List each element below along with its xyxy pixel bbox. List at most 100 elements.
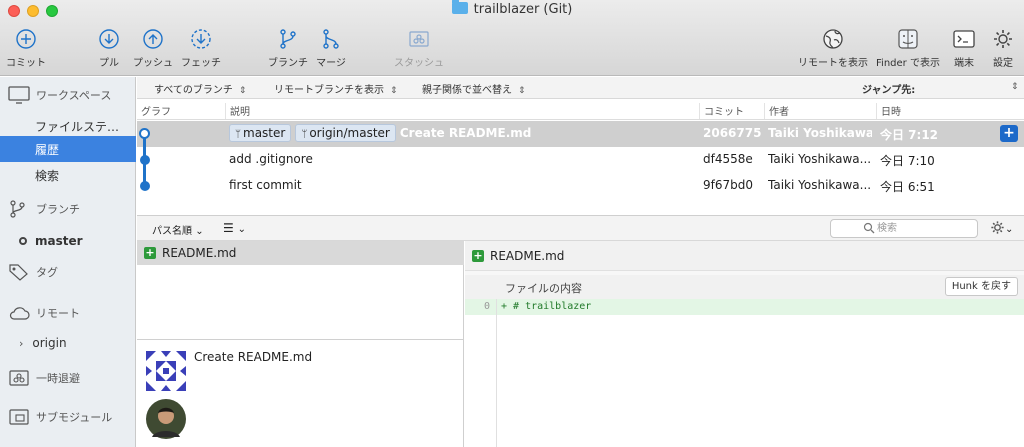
sidebar-item-history[interactable]: 履歴	[0, 136, 136, 162]
commit-row[interactable]: first commit 9f67bd0 Taiki Yoshikawa... …	[137, 173, 1024, 199]
file-added-icon: +	[144, 246, 156, 259]
graph-node-head	[139, 128, 150, 139]
graph-node	[140, 181, 150, 191]
fetch-circle-icon	[191, 29, 211, 49]
remote-branch-tag[interactable]: ᛘ origin/master	[295, 124, 396, 142]
search-icon	[863, 222, 875, 234]
branch-icon	[10, 200, 25, 218]
commit-hash: 2066775	[703, 126, 762, 140]
commit-message: first commit	[229, 178, 302, 192]
gear-icon	[994, 30, 1012, 48]
window-title: trailblazer (Git)	[0, 0, 1024, 17]
sort-select[interactable]: パス名順 ⌄	[152, 222, 204, 237]
show-remote-button[interactable]: リモートを表示	[796, 28, 870, 69]
file-search-input[interactable]: 検索	[830, 219, 978, 238]
chevron-right-icon: ›	[19, 336, 24, 350]
branch-tag[interactable]: ᛘ master	[229, 124, 292, 142]
view-mode-select[interactable]: ☰ ⌄	[223, 221, 246, 235]
pull-button[interactable]: プル	[96, 28, 122, 69]
hunk-title: ファイルの内容	[505, 282, 582, 295]
commit-hash: 9f67bd0	[703, 178, 753, 192]
list-icon: ☰	[223, 221, 234, 235]
commit-hash: df4558e	[703, 152, 753, 166]
commit-detail: Create README.md	[137, 339, 464, 447]
sidebar-section-branches[interactable]: ブランチ	[0, 196, 136, 222]
commit-date: 今日 7:12	[880, 128, 939, 142]
file-list-toolbar: パス名順 ⌄ ☰ ⌄ 検索 ⌄	[137, 215, 1024, 241]
graph-node	[140, 155, 150, 165]
column-graph[interactable]: グラフ	[137, 103, 225, 119]
commit-row[interactable]: ᛘ master ᛘ origin/master Create README.md 20…	[137, 121, 1024, 147]
settings-button[interactable]: 設定	[990, 28, 1016, 69]
updown-icon: ⇕	[518, 86, 526, 96]
commit-author: Taiki Yoshikawa...	[768, 126, 872, 140]
hunk-header: ファイルの内容 Hunk を戻す	[465, 275, 1024, 299]
gear-icon	[991, 221, 1004, 234]
merge-button[interactable]: マージ	[314, 28, 348, 69]
sidebar-item-origin[interactable]: › origin	[0, 330, 136, 356]
stash-button[interactable]: スタッシュ	[392, 28, 446, 69]
finder-icon	[898, 29, 918, 49]
sort-order-select[interactable]: 親子関係で並べ替え ⇕	[422, 81, 526, 96]
sidebar-section-submodules[interactable]: サブモジュール	[0, 404, 136, 430]
column-commit[interactable]: コミット	[699, 103, 764, 119]
push-button[interactable]: プッシュ	[132, 28, 174, 69]
detail-commit-message: Create README.md	[194, 350, 313, 364]
globe-icon	[823, 29, 843, 49]
sidebar-section-stashes[interactable]: 一時退避	[0, 365, 136, 391]
commit-message: Create README.md	[399, 126, 532, 140]
commit-author: Taiki Yoshikawa...	[768, 178, 872, 192]
identicon-avatar	[146, 351, 186, 391]
fetch-button[interactable]: フェッチ	[180, 28, 222, 69]
monitor-icon	[8, 86, 30, 104]
filter-bar: すべてのブランチ ⇕ リモートブランチを表示 ⇕ 親子関係で並べ替え ⇕ ジャンプ先:…	[137, 77, 1024, 99]
terminal-icon	[953, 30, 975, 48]
terminal-button[interactable]: 端末	[950, 28, 978, 69]
jump-to-label: ジャンプ先:	[862, 85, 916, 96]
line-gutter	[465, 299, 497, 447]
stash-icon	[9, 370, 29, 386]
commit-row[interactable]: add .gitignore df4558e Taiki Yoshikawa..…	[137, 147, 1024, 173]
show-in-finder-button[interactable]: Finder で表示	[874, 28, 942, 69]
diff-added-line: 0 + # trailblazer	[465, 299, 1024, 315]
diff-file-header: + README.md	[465, 241, 1024, 271]
branch-icon: ᛘ	[301, 129, 308, 140]
column-description[interactable]: 説明	[225, 103, 699, 119]
branch-filter-select[interactable]: すべてのブランチ ⇕	[154, 81, 246, 96]
toolbar: trailblazer (Git) コミット プル プッシュ フェッチ ブランチ…	[0, 0, 1024, 76]
remote-branch-select[interactable]: リモートブランチを表示 ⇕	[274, 81, 398, 96]
column-date[interactable]: 日時	[876, 103, 1024, 119]
changed-files-list: + README.md	[137, 241, 464, 339]
updown-icon: ⇕	[238, 86, 247, 96]
author-avatar	[146, 399, 186, 439]
sidebar-section-tags[interactable]: タグ	[0, 259, 136, 285]
revert-hunk-button[interactable]: Hunk を戻す	[944, 277, 1018, 296]
sidebar-section-remotes[interactable]: リモート	[0, 300, 136, 326]
chevron-down-icon: ⌄	[195, 226, 204, 237]
arrow-down-circle-icon	[99, 29, 119, 49]
add-button[interactable]: +	[1000, 125, 1018, 142]
updown-icon: ⇕	[390, 86, 398, 96]
sidebar-item-master[interactable]: master	[0, 228, 136, 254]
submodule-icon	[9, 409, 29, 425]
chevron-down-icon: ⌄	[1005, 224, 1014, 235]
merge-icon	[323, 29, 339, 49]
file-added-icon: +	[472, 248, 484, 262]
file-row[interactable]: + README.md	[137, 241, 464, 265]
sidebar: ワークスペース ファイルステ… 履歴 検索 ブランチ master タグ リモー…	[0, 77, 136, 447]
column-author[interactable]: 作者	[764, 103, 876, 119]
commit-button[interactable]: コミット	[6, 28, 46, 69]
sidebar-item-search[interactable]: 検索	[0, 162, 136, 188]
branch-button[interactable]: ブランチ	[266, 28, 310, 69]
chevron-down-icon: ⌄	[237, 224, 246, 235]
current-branch-icon	[19, 237, 27, 245]
arrow-up-circle-icon	[143, 29, 163, 49]
updown-icon: ⇕	[1011, 82, 1019, 92]
commit-author: Taiki Yoshikawa...	[768, 152, 872, 166]
tag-icon	[9, 264, 28, 281]
jump-to-select[interactable]: ⇕	[1011, 81, 1019, 92]
options-menu[interactable]: ⌄	[990, 220, 1013, 238]
commit-date: 今日 7:10	[880, 154, 935, 168]
line-text: + # trailblazer	[501, 301, 592, 312]
sidebar-section-workspace[interactable]: ワークスペース	[0, 82, 136, 108]
